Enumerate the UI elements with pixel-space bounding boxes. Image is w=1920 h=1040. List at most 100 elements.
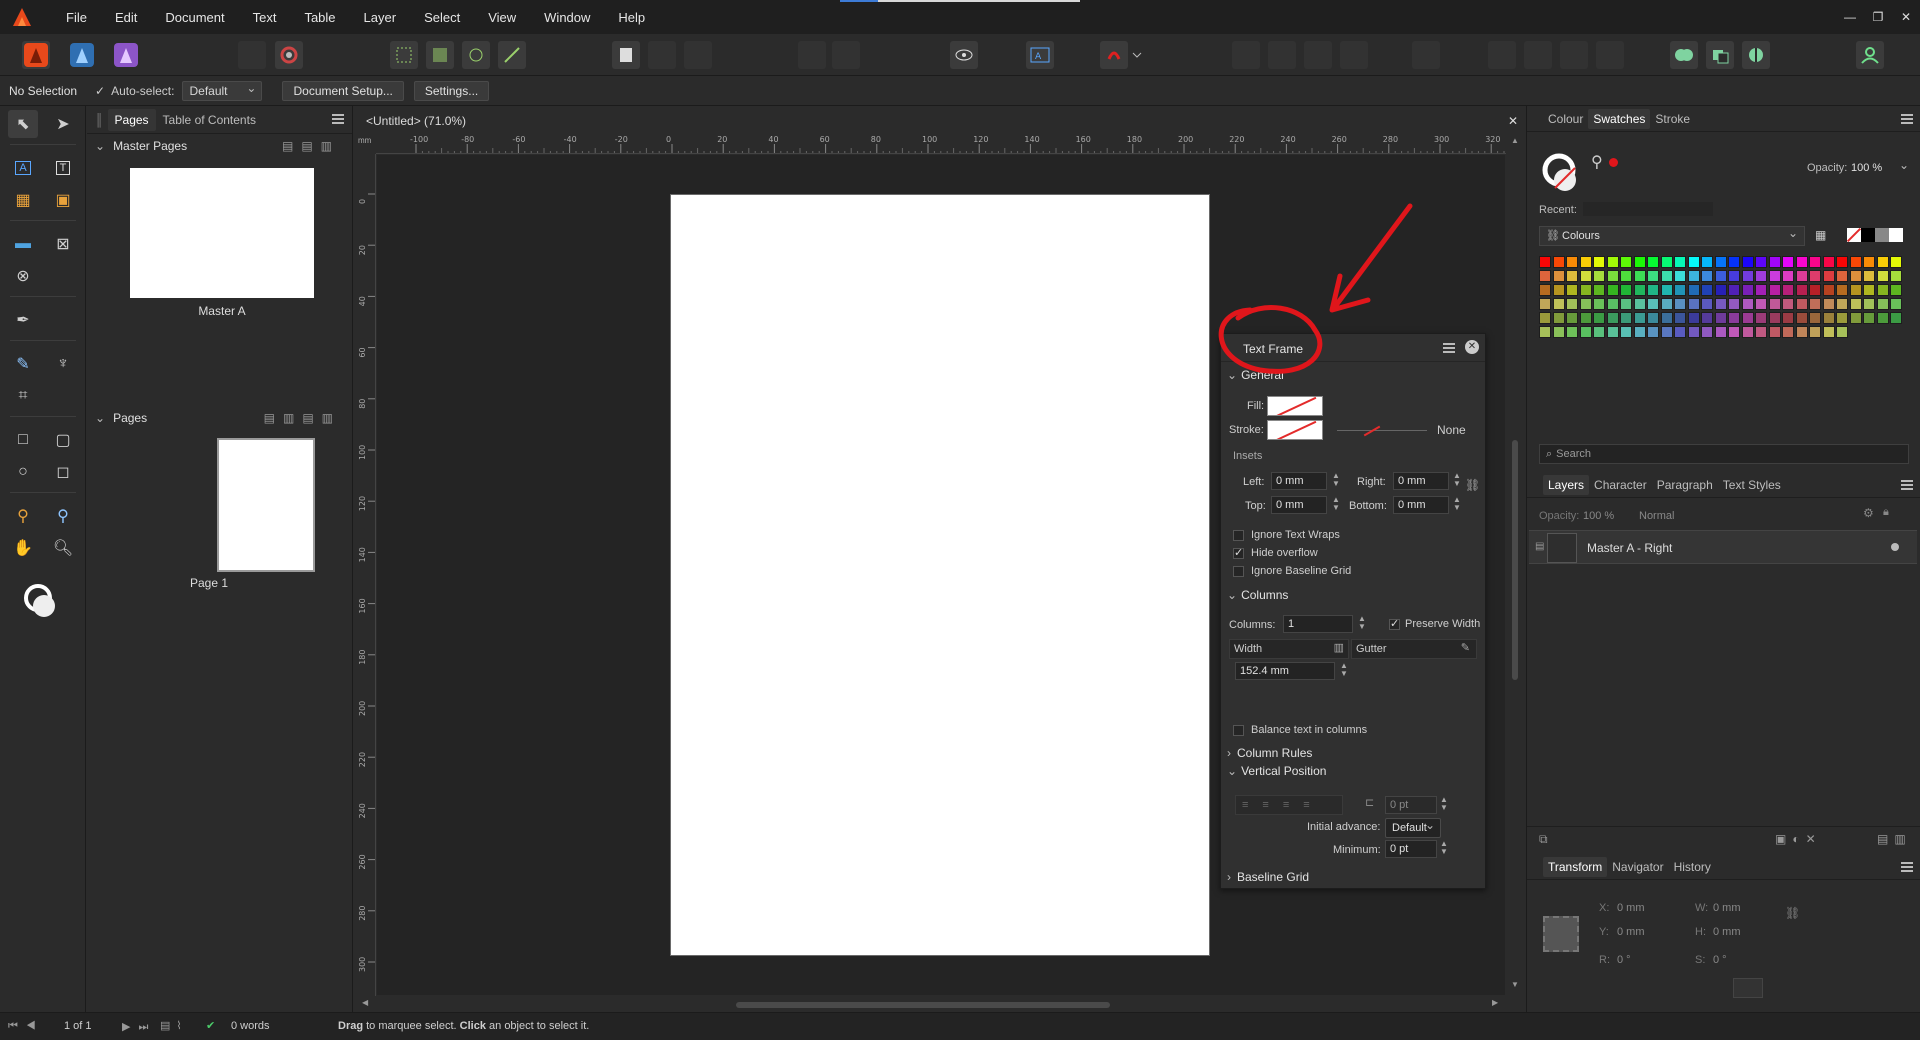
colour-swatch[interactable] (1728, 312, 1740, 324)
colour-swatch[interactable] (1552, 256, 1565, 268)
colour-swatch[interactable] (1674, 298, 1686, 310)
swatch-opacity-value[interactable]: 100 % (1851, 162, 1882, 174)
colour-swatch[interactable] (1606, 312, 1619, 324)
snap-grid-button[interactable] (426, 41, 454, 69)
colour-swatch[interactable] (1593, 298, 1605, 310)
colour-swatch[interactable] (1552, 326, 1565, 338)
colour-swatch[interactable] (1593, 284, 1605, 296)
ignore-baseline-grid-checkbox[interactable] (1233, 566, 1244, 577)
colour-swatch[interactable] (1876, 284, 1889, 296)
colour-swatch[interactable] (1660, 326, 1673, 338)
swatch-fill-stroke-icon[interactable] (1541, 152, 1585, 196)
colour-swatch[interactable] (1728, 298, 1740, 310)
colour-swatch[interactable] (1701, 270, 1713, 282)
colour-swatch[interactable] (1728, 326, 1740, 338)
chevron-down-icon[interactable]: ⌄ (1899, 158, 1909, 172)
arrange-front-button[interactable] (1232, 41, 1260, 69)
pages-panel-menu-icon[interactable] (332, 114, 344, 124)
swatch-search-input[interactable]: ⌕ Search (1539, 444, 1909, 464)
arrange-backward-button[interactable] (1304, 41, 1332, 69)
fill-tool[interactable]: ✎ (8, 350, 38, 378)
pages-header[interactable]: ⌄ Pages ▤▥▤▥ (87, 406, 353, 430)
layer-add-delete-icons[interactable]: ▤▥ (1877, 832, 1912, 846)
colour-panel-menu-icon[interactable] (1901, 114, 1913, 124)
menu-edit[interactable]: Edit (101, 10, 151, 25)
colour-swatch[interactable] (1687, 284, 1700, 296)
layer-settings-gear-icon[interactable]: ⚙ (1863, 506, 1874, 520)
colour-swatch[interactable] (1822, 256, 1835, 268)
colour-swatch[interactable] (1593, 312, 1605, 324)
arrange-back-button[interactable] (1340, 41, 1368, 69)
horizontal-scroll-thumb[interactable] (736, 1002, 1110, 1008)
scroll-down-icon[interactable]: ▼ (1511, 980, 1519, 989)
colour-swatch[interactable] (1539, 284, 1551, 296)
colour-swatch[interactable] (1836, 284, 1848, 296)
disabled-tool-1[interactable] (648, 41, 676, 69)
menu-text[interactable]: Text (239, 10, 291, 25)
colour-swatch[interactable] (1593, 256, 1605, 268)
picture-frame-tool[interactable]: ▣ (48, 186, 78, 214)
hide-overflow-checkbox[interactable] (1233, 546, 1244, 559)
colour-swatch[interactable] (1782, 270, 1794, 282)
colour-swatch[interactable] (1822, 270, 1835, 282)
boolean-subtract-button[interactable] (1706, 41, 1734, 69)
eyedropper-tool[interactable]: ⚲ (48, 502, 78, 530)
move-tool[interactable]: ⬉ (8, 110, 38, 138)
text-frame-panel-menu-icon[interactable] (1443, 343, 1455, 353)
stroke-swatch[interactable] (1267, 420, 1323, 440)
colour-swatch[interactable] (1809, 270, 1821, 282)
colour-swatch[interactable] (1768, 298, 1781, 310)
menu-file[interactable]: File (52, 10, 101, 25)
pin-button[interactable] (798, 41, 826, 69)
tab-character[interactable]: Character (1589, 475, 1652, 495)
colour-swatch[interactable] (1836, 256, 1848, 268)
close-window-button[interactable]: ✕ (1892, 0, 1920, 34)
colour-swatch[interactable] (1701, 298, 1713, 310)
colour-swatch[interactable] (1768, 284, 1781, 296)
preflight-check-icon[interactable]: ✔ (206, 1019, 215, 1032)
s-field[interactable]: 0 ° (1713, 954, 1727, 966)
colour-swatch[interactable] (1647, 270, 1659, 282)
colour-swatch[interactable] (1552, 284, 1565, 296)
colour-swatch[interactable] (1566, 270, 1578, 282)
colour-swatch[interactable] (1809, 312, 1821, 324)
colour-swatch[interactable] (1728, 270, 1740, 282)
ignore-text-wraps-checkbox[interactable] (1233, 530, 1244, 541)
place-image-tool[interactable]: ▬ (8, 230, 38, 258)
colour-swatch[interactable] (1633, 326, 1646, 338)
colour-swatch[interactable] (1539, 256, 1551, 268)
colour-swatch[interactable] (1822, 312, 1835, 324)
white-chip[interactable] (1889, 228, 1903, 242)
colour-swatch[interactable] (1728, 284, 1740, 296)
vertical-position-section-header[interactable]: ⌄ Vertical Position (1227, 764, 1326, 778)
node-tool[interactable]: ➤ (48, 110, 78, 138)
arrange-forward-button[interactable] (1268, 41, 1296, 69)
master-pages-header[interactable]: ⌄ Master Pages ▤▤▥ (87, 134, 352, 158)
colour-swatch[interactable] (1579, 326, 1592, 338)
view-tool[interactable]: ✋ (8, 534, 38, 562)
colour-swatch[interactable] (1890, 298, 1902, 310)
w-field[interactable]: 0 mm (1713, 902, 1741, 914)
menu-select[interactable]: Select (410, 10, 474, 25)
view-mode-icons[interactable]: ▤⌇ (160, 1019, 188, 1032)
colour-swatch[interactable] (1795, 284, 1808, 296)
tab-pages[interactable]: Pages (107, 108, 156, 131)
colour-swatch[interactable] (1647, 312, 1659, 324)
vertical-ruler[interactable]: 0 20 40 60 80 100 120 140 160 180 200 220 240 260 280 3… (356, 154, 376, 996)
settings-button[interactable]: Settings... (413, 80, 490, 101)
tab-history[interactable]: History (1669, 857, 1716, 877)
colour-swatch[interactable] (1620, 326, 1632, 338)
colour-swatch[interactable] (1593, 270, 1605, 282)
colour-swatch[interactable] (1566, 326, 1578, 338)
colour-swatch[interactable] (1701, 312, 1713, 324)
colour-swatch[interactable] (1579, 256, 1592, 268)
colour-swatch[interactable] (1768, 326, 1781, 338)
balance-text-checkbox[interactable] (1233, 725, 1244, 736)
pen-tool[interactable]: ✒ (8, 306, 38, 334)
colour-swatch[interactable] (1836, 298, 1848, 310)
rectangle-frame-tool[interactable]: ⊠ (48, 230, 78, 258)
first-prev-page-icons[interactable]: ⏮◀ (8, 1020, 44, 1033)
artistic-text-tool[interactable]: A (8, 154, 38, 182)
colour-swatch[interactable] (1633, 256, 1646, 268)
colour-swatch[interactable] (1863, 270, 1875, 282)
